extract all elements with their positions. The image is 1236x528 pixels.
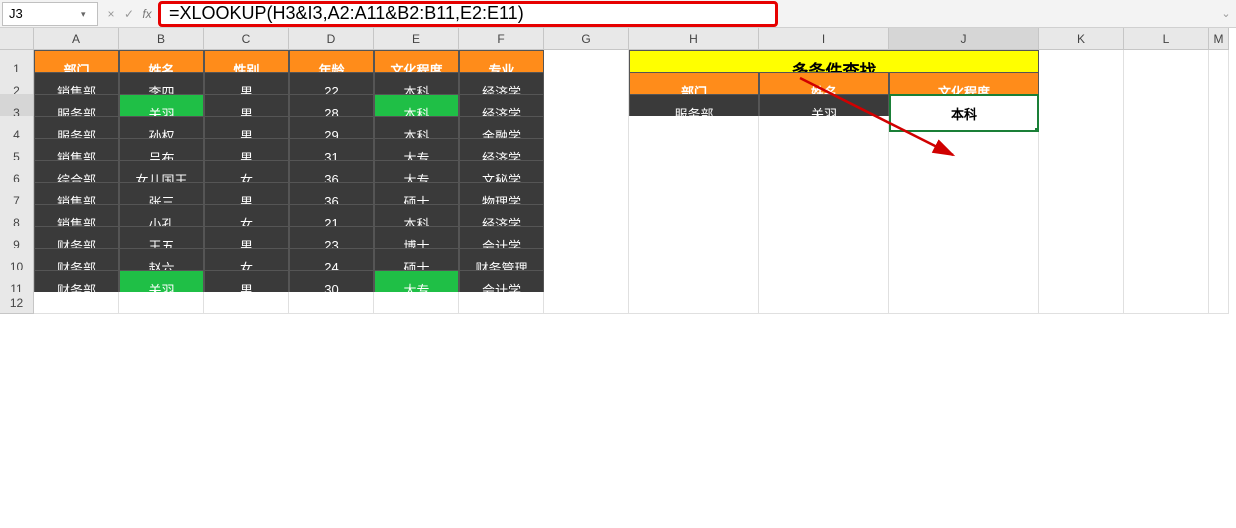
col-header-F[interactable]: F (459, 28, 544, 50)
formula-bar[interactable]: =XLOOKUP(H3&I3,A2:A11&B2:B11,E2:E11) (158, 1, 778, 27)
col-header-K[interactable]: K (1039, 28, 1124, 50)
cell-F12[interactable] (459, 292, 544, 314)
cell-C12[interactable] (204, 292, 289, 314)
cell-E12[interactable] (374, 292, 459, 314)
cell-M12[interactable] (1209, 292, 1229, 314)
col-header-I[interactable]: I (759, 28, 889, 50)
formula-bar-container: =XLOOKUP(H3&I3,A2:A11&B2:B11,E2:E11) ⌄ (158, 0, 1236, 27)
cell-D12[interactable] (289, 292, 374, 314)
col-header-M[interactable]: M (1209, 28, 1229, 50)
cancel-icon[interactable]: × (102, 7, 120, 21)
select-all-corner[interactable] (0, 28, 34, 50)
cell-L12[interactable] (1124, 292, 1209, 314)
col-header-G[interactable]: G (544, 28, 629, 50)
col-header-H[interactable]: H (629, 28, 759, 50)
formula-row: J3 ▾ × ✓ fx =XLOOKUP(H3&I3,A2:A11&B2:B11… (0, 0, 1236, 28)
col-header-C[interactable]: C (204, 28, 289, 50)
accept-icon[interactable]: ✓ (120, 7, 138, 21)
name-box[interactable]: J3 ▾ (2, 2, 98, 26)
col-header-E[interactable]: E (374, 28, 459, 50)
formula-expand-icon[interactable]: ⌄ (1216, 7, 1236, 20)
col-header-D[interactable]: D (289, 28, 374, 50)
formula-text: =XLOOKUP(H3&I3,A2:A11&B2:B11,E2:E11) (169, 3, 524, 24)
name-box-value: J3 (9, 6, 23, 21)
cell-G12[interactable] (544, 292, 629, 314)
cell-I12[interactable] (759, 292, 889, 314)
col-header-J[interactable]: J (889, 28, 1039, 50)
cell-H12[interactable] (629, 292, 759, 314)
cell-J12[interactable] (889, 292, 1039, 314)
cell-B12[interactable] (119, 292, 204, 314)
col-header-L[interactable]: L (1124, 28, 1209, 50)
col-header-B[interactable]: B (119, 28, 204, 50)
spreadsheet-grid[interactable]: ABCDEFGHIJKLM1部门姓名性别年龄文化程度专业多条件查找2销售部李四男… (0, 28, 1236, 314)
lookup-result-cell[interactable]: 本科 (889, 94, 1039, 132)
fx-icon[interactable]: fx (138, 7, 156, 21)
row-header-12[interactable]: 12 (0, 292, 34, 314)
cell-K12[interactable] (1039, 292, 1124, 314)
cell-A12[interactable] (34, 292, 119, 314)
name-box-dropdown-icon[interactable]: ▾ (81, 9, 91, 19)
col-header-A[interactable]: A (34, 28, 119, 50)
